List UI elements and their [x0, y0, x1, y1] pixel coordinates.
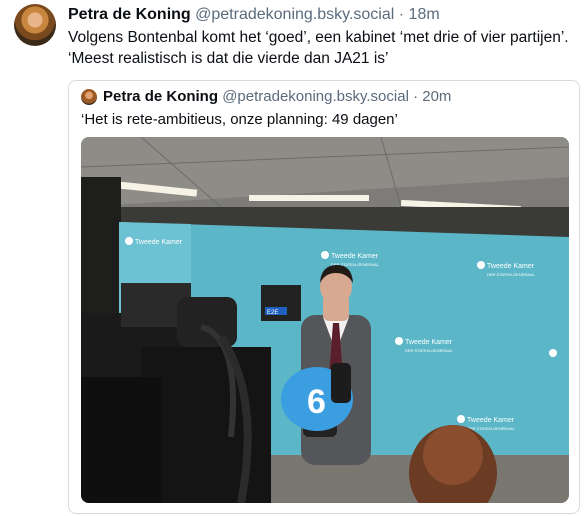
backdrop-logo-text: Tweede Kamer [467, 417, 515, 424]
crest-icon [395, 337, 403, 345]
post-photo[interactable]: Tweede Kamer Tweede Kamer DER STATEN-GEN… [81, 137, 569, 503]
quoted-post[interactable]: Petra de Koning @petradekoning.bsky.soci… [68, 80, 580, 514]
crest-icon [477, 261, 485, 269]
crest-icon [125, 237, 133, 245]
quoted-post-time: 20m [422, 88, 452, 105]
quoted-author-avatar [81, 89, 97, 105]
crest-icon [457, 415, 465, 423]
author-avatar[interactable] [14, 4, 56, 46]
foreground-person-hair [423, 425, 483, 485]
backdrop-logo-subtext: DER STATEN-GENERAAL [467, 426, 516, 431]
backdrop-logo-subtext: DER STATEN-GENERAAL [405, 348, 454, 353]
quoted-post-text: ‘Het is rete-ambitieus, onze planning: 4… [81, 111, 398, 128]
post-text-line: Volgens Bontenbal komt het ‘goed’, een k… [68, 29, 569, 46]
press-conference-photo: Tweede Kamer Tweede Kamer DER STATEN-GEN… [81, 137, 569, 503]
separator: · [413, 88, 419, 105]
backdrop-logo-subtext: DER STATEN-GENERAAL [487, 272, 536, 277]
mic-logo: 6 [307, 383, 326, 421]
camera-label: E2E [267, 310, 278, 316]
author-handle[interactable]: @petradekoning.bsky.social [195, 6, 394, 23]
separator: · [398, 6, 405, 23]
ceiling-light [249, 195, 369, 201]
backdrop-logo-text: Tweede Kamer [331, 253, 379, 260]
backdrop-logo-text: Tweede Kamer [405, 339, 453, 346]
tv-camera: E2E [81, 283, 301, 503]
post[interactable]: Petra de Koning @petradekoning.bsky.soci… [0, 0, 585, 516]
post-time[interactable]: 18m [409, 6, 440, 23]
post-text: Volgens Bontenbal komt het ‘goed’, een k… [68, 27, 580, 69]
backdrop-logo-text: Tweede Kamer [135, 239, 183, 246]
post-header: Petra de Koning @petradekoning.bsky.soci… [68, 5, 440, 25]
quoted-author-handle: @petradekoning.bsky.social [222, 88, 409, 105]
crest-icon [321, 251, 329, 259]
quoted-author-name: Petra de Koning [103, 88, 219, 105]
post-text-line: ‘Meest realistisch is dat die vierde dan… [68, 50, 389, 67]
quoted-post-header: Petra de Koning @petradekoning.bsky.soci… [103, 87, 451, 107]
backdrop-logo-text: Tweede Kamer [487, 263, 535, 270]
author-name[interactable]: Petra de Koning [68, 6, 191, 23]
crest-icon [549, 349, 557, 357]
